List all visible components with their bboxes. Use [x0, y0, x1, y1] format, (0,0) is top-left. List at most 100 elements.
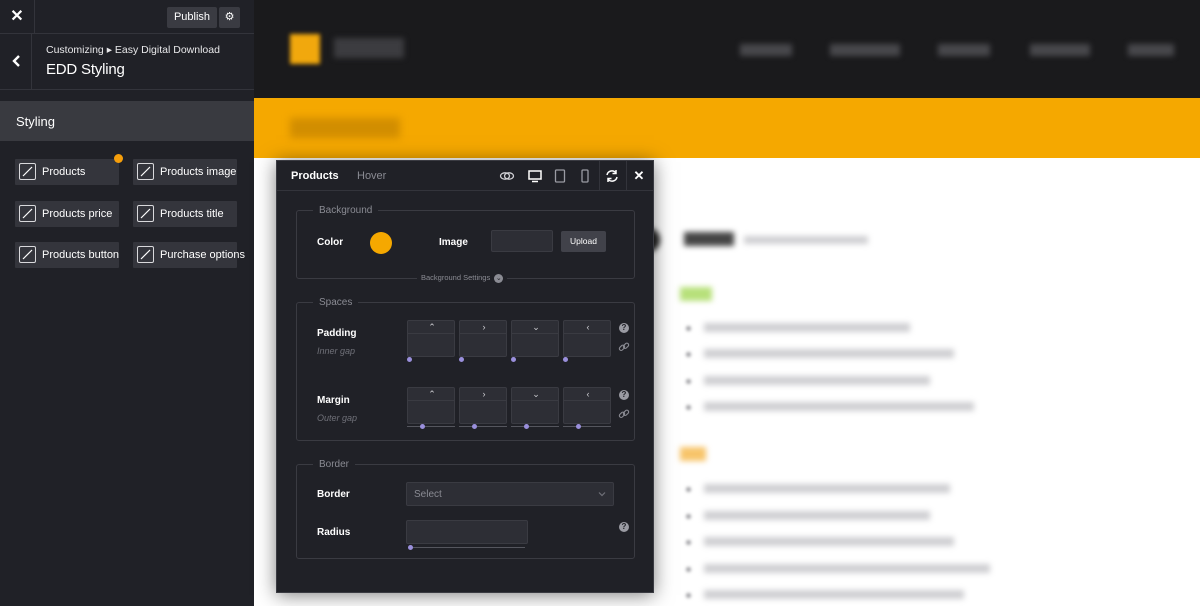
preview-tag-orange [680, 447, 706, 461]
chevron-down-icon: ⌄ [494, 273, 504, 283]
breadcrumb: Customizing ▸ Easy Digital Download [46, 44, 220, 56]
border-label: Border [317, 489, 350, 500]
style-item-products-image[interactable]: Products image [133, 159, 237, 185]
edited-indicator [114, 154, 123, 163]
margin-right-input[interactable]: › [459, 387, 507, 424]
back-button[interactable] [0, 34, 32, 89]
help-icon[interactable]: ? [619, 522, 629, 532]
help-icon[interactable]: ? [619, 390, 629, 400]
spinner-divider [408, 333, 454, 334]
link-icon[interactable] [618, 408, 630, 420]
padding-left-input[interactable]: ‹ [563, 320, 611, 357]
mobile-icon [581, 169, 589, 183]
border-select-value: Select [414, 489, 442, 500]
pencil-icon [137, 163, 154, 180]
pencil-icon [19, 246, 36, 263]
border-style-select[interactable]: Select [406, 482, 614, 506]
desktop-view-button[interactable] [524, 165, 546, 187]
margin-left-slider[interactable] [576, 424, 581, 429]
preview-logo-text [334, 38, 404, 58]
upload-button[interactable]: Upload [561, 231, 606, 252]
preview-line [704, 484, 950, 493]
close-modal-button[interactable]: ✕ [629, 166, 649, 186]
style-item-products-price[interactable]: Products price [15, 201, 119, 227]
pencil-icon [19, 205, 36, 222]
margin-top-input[interactable]: ⌃ [407, 387, 455, 424]
mobile-view-button[interactable] [574, 165, 596, 187]
radius-input[interactable] [406, 520, 528, 544]
radius-slider[interactable] [408, 545, 413, 550]
tablet-view-button[interactable] [549, 165, 571, 187]
margin-right-slider[interactable] [472, 424, 477, 429]
publish-settings-button[interactable]: ⚙ [219, 7, 240, 28]
spinner-divider [460, 400, 506, 401]
preview-line [704, 349, 954, 358]
link-icon[interactable] [618, 341, 630, 353]
background-settings-label: Background Settings [421, 273, 491, 282]
preview-product-title [684, 232, 734, 246]
preview-bullet [686, 567, 691, 572]
panel-header: Customizing ▸ Easy Digital Download EDD … [0, 34, 254, 90]
padding-bottom-input[interactable]: ⌄ [511, 320, 559, 357]
style-item-products-button[interactable]: Products button [15, 242, 119, 268]
margin-top-track [407, 426, 455, 427]
background-group-title: Background [313, 205, 379, 216]
spinner-divider [460, 333, 506, 334]
close-icon: ✕ [10, 8, 24, 25]
image-url-field[interactable] [491, 230, 553, 252]
section-styling[interactable]: Styling [0, 101, 254, 141]
style-item-products-title[interactable]: Products title [133, 201, 237, 227]
padding-top-input[interactable]: ⌃ [407, 320, 455, 357]
padding-right-input[interactable]: › [459, 320, 507, 357]
margin-label: Margin [317, 395, 350, 406]
style-item-label: Products button [42, 249, 120, 261]
close-customizer-button[interactable]: ✕ [0, 0, 35, 34]
chevron-left-icon: ‹ [586, 322, 590, 332]
help-icon[interactable]: ? [619, 323, 629, 333]
radius-track [408, 547, 525, 548]
style-item-label: Products price [42, 208, 113, 220]
preview-nav-item [938, 44, 990, 56]
preview-nav-item [1030, 44, 1090, 56]
padding-bottom-slider[interactable] [511, 357, 516, 362]
spinner-divider [564, 400, 610, 401]
preview-line [704, 590, 964, 599]
preview-bullet [686, 487, 691, 492]
margin-right-track [459, 426, 507, 427]
tab-hover[interactable]: Hover [357, 170, 386, 182]
preview-line [704, 402, 974, 411]
preview-bullet [686, 326, 691, 331]
style-item-products[interactable]: Products [15, 159, 119, 185]
modal-header: Products Hover ✕ [277, 161, 653, 191]
close-icon: ✕ [633, 168, 645, 183]
style-item-purchase-options[interactable]: Purchase options [133, 242, 245, 268]
color-picker[interactable] [370, 232, 392, 254]
padding-right-slider[interactable] [459, 357, 464, 362]
pencil-icon [137, 246, 154, 263]
tab-products[interactable]: Products [291, 170, 339, 182]
margin-bottom-input[interactable]: ⌄ [511, 387, 559, 424]
padding-top-slider[interactable] [407, 357, 412, 362]
preview-tag-green [680, 287, 712, 301]
preview-line [704, 511, 930, 520]
margin-left-input[interactable]: ‹ [563, 387, 611, 424]
chevron-right-icon: › [482, 389, 486, 399]
margin-top-slider[interactable] [420, 424, 425, 429]
margin-sublabel: Outer gap [317, 413, 358, 423]
styling-modal: Products Hover ✕ Background Color Image … [276, 160, 654, 593]
spinner-divider [408, 400, 454, 401]
padding-left-slider[interactable] [563, 357, 568, 362]
link-toggle-button[interactable] [496, 165, 518, 187]
chevron-up-icon: ⌃ [428, 322, 436, 332]
gear-icon: ⚙ [224, 11, 235, 23]
link-toggle-icon [499, 172, 515, 180]
preview-bullet [686, 514, 691, 519]
publish-button[interactable]: Publish [167, 7, 217, 28]
color-label: Color [317, 237, 344, 248]
reset-button[interactable] [601, 165, 623, 187]
margin-bottom-slider[interactable] [524, 424, 529, 429]
preview-bullet [686, 593, 691, 598]
preview-logo [290, 34, 320, 64]
background-settings-toggle[interactable]: Background Settings ⌄ [417, 273, 508, 283]
margin-bottom-track [511, 426, 559, 427]
